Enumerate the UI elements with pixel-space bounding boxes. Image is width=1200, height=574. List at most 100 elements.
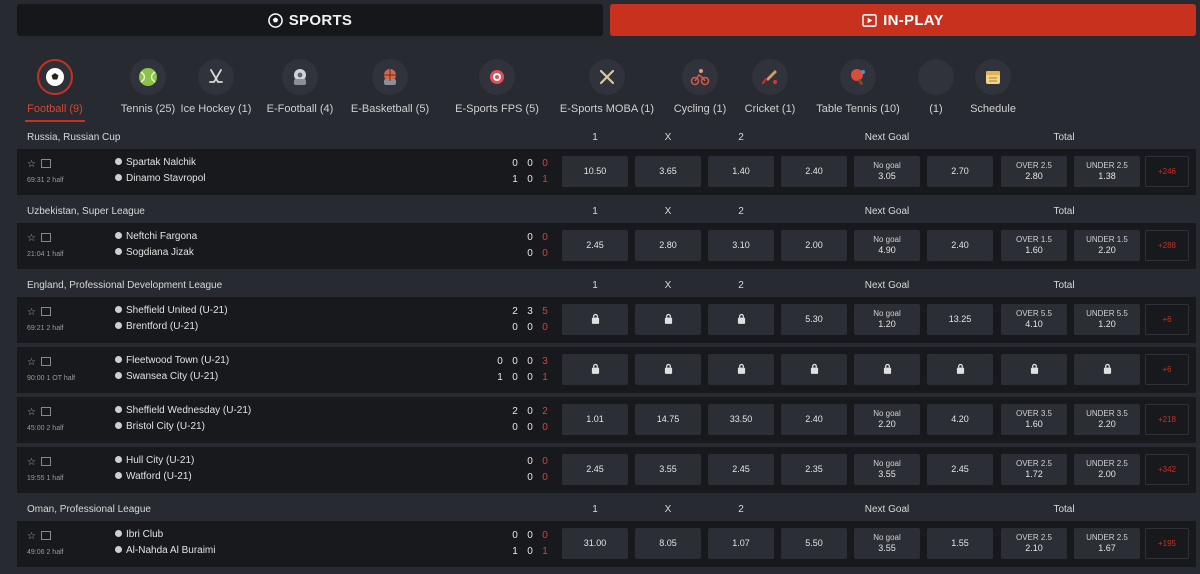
odds-button[interactable]: 31.00 xyxy=(562,528,628,559)
odds-button[interactable]: 3.65 xyxy=(635,156,701,187)
odds-button[interactable]: 10.50 xyxy=(562,156,628,187)
odds-button[interactable]: 2.35 xyxy=(781,454,847,485)
odds-button[interactable]: No goal 3.55 xyxy=(854,528,920,559)
odds-button[interactable]: 2.80 xyxy=(635,230,701,261)
tab-item[interactable]: E-Sports FPS (5) xyxy=(447,56,547,122)
odds-button[interactable]: OVER 2.5 1.72 xyxy=(1001,454,1067,485)
odds-button[interactable] xyxy=(562,304,628,335)
favorite-star-icon[interactable]: ☆ xyxy=(27,357,36,368)
odds-button[interactable]: 5.50 xyxy=(781,528,847,559)
odds-button[interactable]: OVER 1.5 1.60 xyxy=(1001,230,1067,261)
odds-button[interactable]: UNDER 3.5 2.20 xyxy=(1074,404,1140,435)
more-markets-button[interactable]: +218 xyxy=(1145,404,1189,435)
tab-item[interactable]: (1) xyxy=(910,56,962,122)
odds-button[interactable] xyxy=(854,354,920,385)
odds-button[interactable]: 4.20 xyxy=(927,404,993,435)
stats-grid-icon[interactable] xyxy=(41,307,51,316)
odds-button[interactable]: 3.10 xyxy=(708,230,774,261)
odds-button[interactable]: 2.45 xyxy=(562,454,628,485)
sports-button[interactable]: SPORTS xyxy=(17,4,603,36)
odds-button[interactable]: 1.55 xyxy=(927,528,993,559)
odds-button[interactable] xyxy=(1001,354,1067,385)
more-markets-button[interactable]: +288 xyxy=(1145,230,1189,261)
tab-item[interactable]: Football (9) xyxy=(25,56,85,122)
odds-button[interactable]: UNDER 2.5 1.67 xyxy=(1074,528,1140,559)
stats-grid-icon[interactable] xyxy=(41,531,51,540)
odds-button[interactable] xyxy=(562,354,628,385)
tab-item[interactable]: Cycling (1) xyxy=(666,56,734,122)
odds-button[interactable]: OVER 5.5 4.10 xyxy=(1001,304,1067,335)
more-markets-button[interactable]: +6 xyxy=(1145,304,1189,335)
odds-button[interactable]: 2.40 xyxy=(781,156,847,187)
odds-button[interactable]: UNDER 2.5 2.00 xyxy=(1074,454,1140,485)
odds-button[interactable]: 2.00 xyxy=(781,230,847,261)
odds-button[interactable]: 2.40 xyxy=(927,230,993,261)
stats-grid-icon[interactable] xyxy=(41,457,51,466)
odds-button[interactable] xyxy=(708,354,774,385)
odds-button[interactable]: OVER 2.5 2.10 xyxy=(1001,528,1067,559)
tab-item[interactable]: Ice Hockey (1) xyxy=(174,56,258,122)
match-row[interactable]: ☆ 69:21 2 half Sheffield United (U-21) Bren… xyxy=(17,297,1196,343)
odds-button[interactable]: UNDER 1.5 2.20 xyxy=(1074,230,1140,261)
favorite-star-icon[interactable]: ☆ xyxy=(27,159,36,170)
odds-button[interactable]: 1.40 xyxy=(708,156,774,187)
tab-item[interactable]: Tennis (25) xyxy=(115,56,181,122)
tab-item[interactable]: Schedule xyxy=(963,56,1023,122)
score-value: 1 xyxy=(512,546,518,557)
odds-button[interactable]: No goal 4.90 xyxy=(854,230,920,261)
favorite-star-icon[interactable]: ☆ xyxy=(27,457,36,468)
odds-button[interactable]: 2.45 xyxy=(927,454,993,485)
favorite-star-icon[interactable]: ☆ xyxy=(27,407,36,418)
odds-button[interactable] xyxy=(708,304,774,335)
odds-button[interactable]: No goal 1.20 xyxy=(854,304,920,335)
odds-button[interactable]: 2.40 xyxy=(781,404,847,435)
inplay-button[interactable]: IN-PLAY xyxy=(610,4,1196,36)
tab-item[interactable]: E-Sports MOBA (1) xyxy=(554,56,660,122)
favorite-star-icon[interactable]: ☆ xyxy=(27,233,36,244)
odds-button[interactable]: 13.25 xyxy=(927,304,993,335)
match-row[interactable]: ☆ 19:55 1 half Hull City (U-21) Watford (U-… xyxy=(17,447,1196,493)
match-row[interactable]: ☆ 21:04 1 half Neftchi Fargona Sogdiana Jiz… xyxy=(17,223,1196,269)
stats-grid-icon[interactable] xyxy=(41,357,51,366)
tab-item[interactable]: Table Tennis (10) xyxy=(807,56,909,122)
odds-button[interactable]: UNDER 5.5 1.20 xyxy=(1074,304,1140,335)
tab-item[interactable]: Cricket (1) xyxy=(736,56,804,122)
odds-button[interactable]: 2.70 xyxy=(927,156,993,187)
odds-button[interactable]: 5.30 xyxy=(781,304,847,335)
odds-button[interactable]: No goal 3.05 xyxy=(854,156,920,187)
odds-button[interactable]: 3.55 xyxy=(635,454,701,485)
odds-button[interactable]: No goal 3.55 xyxy=(854,454,920,485)
odds-button[interactable] xyxy=(1074,354,1140,385)
match-row[interactable]: ☆ 49:06 2 half Ibri Club Al-Nahda Al Buraim… xyxy=(17,521,1196,567)
odds-button[interactable]: 2.45 xyxy=(562,230,628,261)
odds-button[interactable] xyxy=(781,354,847,385)
tab-item[interactable]: E-Basketball (5) xyxy=(347,56,433,122)
odds-button[interactable]: 2.45 xyxy=(708,454,774,485)
favorite-star-icon[interactable]: ☆ xyxy=(27,531,36,542)
stats-grid-icon[interactable] xyxy=(41,159,51,168)
odds-button[interactable]: 8.05 xyxy=(635,528,701,559)
odds-button[interactable]: 14.75 xyxy=(635,404,701,435)
odds-button[interactable]: 1.07 xyxy=(708,528,774,559)
match-row[interactable]: ☆ 90:00 1 OT half Fleetwood Town (U-21) Swa… xyxy=(17,347,1196,393)
odds-button[interactable] xyxy=(635,304,701,335)
tab-item[interactable]: E-Football (4) xyxy=(262,56,338,122)
odds-button[interactable]: UNDER 2.5 1.38 xyxy=(1074,156,1140,187)
odds-button[interactable]: 33.50 xyxy=(708,404,774,435)
odds-button[interactable]: No goal 2.20 xyxy=(854,404,920,435)
more-markets-button[interactable]: +342 xyxy=(1145,454,1189,485)
stats-grid-icon[interactable] xyxy=(41,407,51,416)
score-value: 0 xyxy=(527,322,533,333)
odds-button[interactable] xyxy=(927,354,993,385)
odds-button[interactable]: 1.01 xyxy=(562,404,628,435)
odds-button[interactable]: OVER 3.5 1.60 xyxy=(1001,404,1067,435)
odds-button[interactable]: OVER 2.5 2.80 xyxy=(1001,156,1067,187)
favorite-star-icon[interactable]: ☆ xyxy=(27,307,36,318)
match-row[interactable]: ☆ 69:31 2 half Spartak Nalchik Dinamo Stavr… xyxy=(17,149,1196,195)
odds-button[interactable] xyxy=(635,354,701,385)
more-markets-button[interactable]: +195 xyxy=(1145,528,1189,559)
match-row[interactable]: ☆ 45:00 2 half Sheffield Wednesday (U-21) B… xyxy=(17,397,1196,443)
stats-grid-icon[interactable] xyxy=(41,233,51,242)
more-markets-button[interactable]: +6 xyxy=(1145,354,1189,385)
more-markets-button[interactable]: +246 xyxy=(1145,156,1189,187)
